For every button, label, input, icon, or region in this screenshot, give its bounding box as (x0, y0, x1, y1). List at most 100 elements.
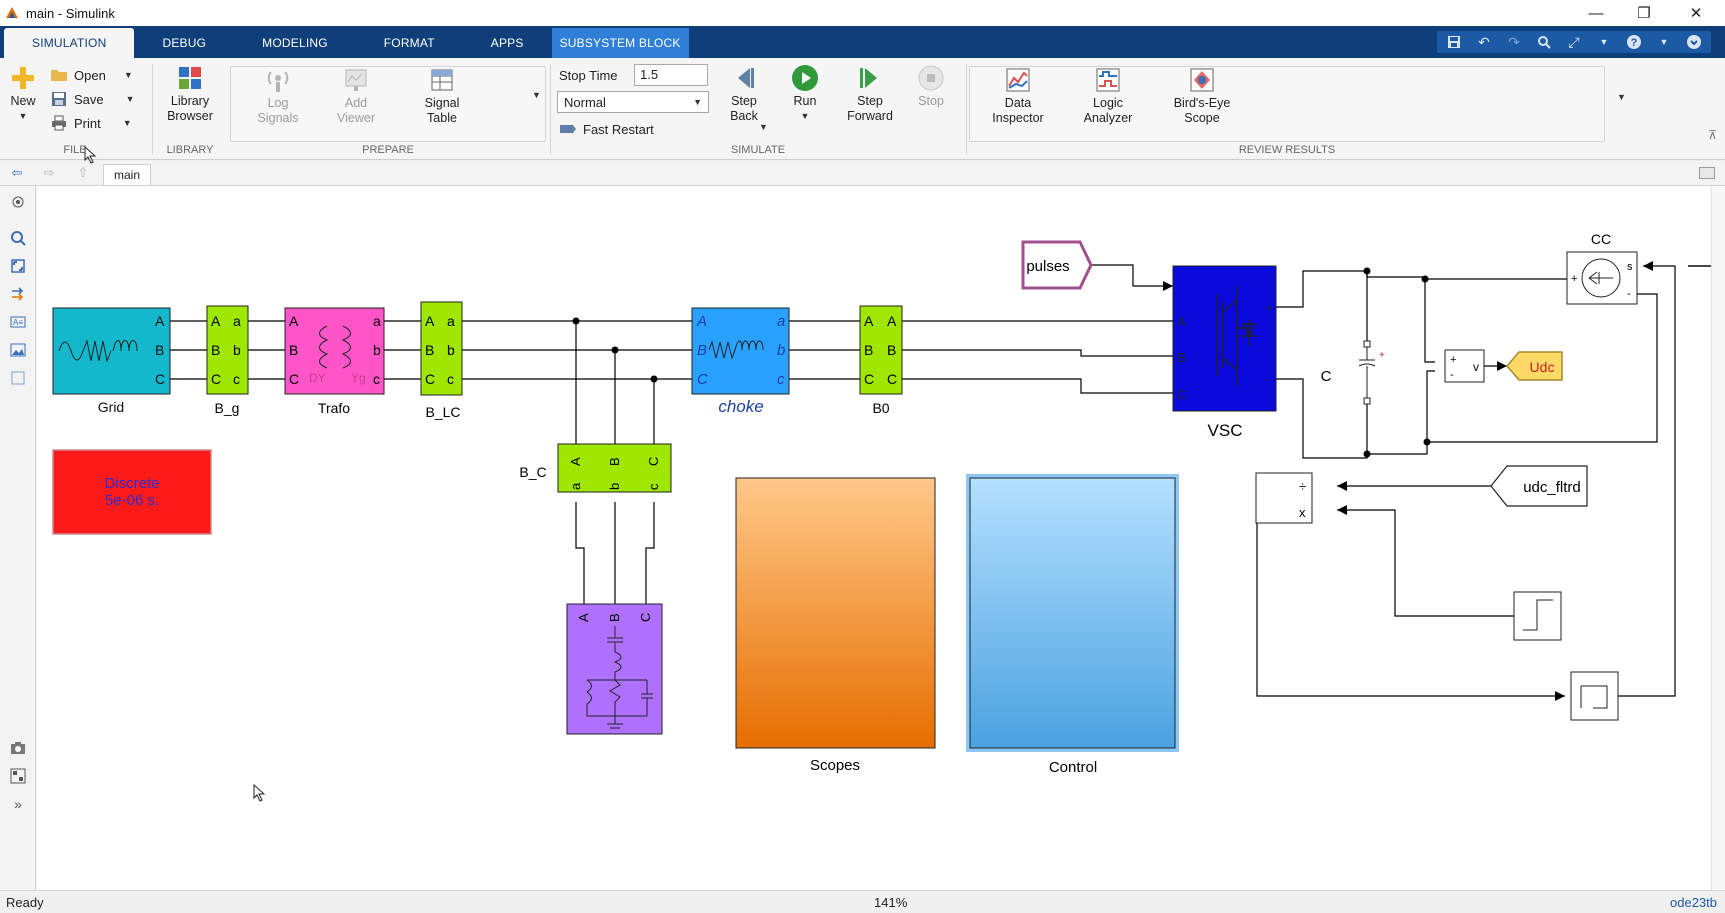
save-icon[interactable] (1445, 33, 1463, 51)
model-canvas[interactable]: A B C Grid A a B b C c B_g A B C a b c D… (37, 186, 1711, 890)
zoom-icon[interactable] (1535, 33, 1553, 51)
print-button[interactable]: Print ▼ (50, 114, 132, 132)
udc-fltrd-from-tag[interactable]: udc_fltrd (1490, 465, 1588, 507)
step-back-button[interactable]: Step Back ▼ (721, 64, 768, 132)
undo-icon[interactable]: ↶ (1475, 33, 1493, 51)
tab-format[interactable]: FORMAT (356, 28, 463, 58)
dc-capacitor-block[interactable]: + C (1321, 340, 1385, 405)
chevron-down-icon: ▼ (693, 97, 702, 107)
ribbon-collapse-icon[interactable]: ⊼ (1708, 128, 1717, 142)
tab-simulation[interactable]: SIMULATION (4, 28, 135, 58)
add-viewer-button[interactable]: Add Viewer (326, 66, 386, 126)
property-inspector-icon[interactable] (1699, 167, 1715, 179)
library-group-label: LIBRARY (166, 144, 214, 156)
port-label: B (155, 342, 164, 358)
port-label: B (864, 342, 873, 358)
pulses-goto-tag[interactable]: pulses (1021, 240, 1093, 290)
port-label: b (777, 342, 785, 359)
stop-icon (917, 64, 945, 92)
solver-link[interactable]: ode23tb (1670, 895, 1717, 910)
prepare-gallery-expand-icon[interactable]: ▼ (532, 90, 541, 100)
open-button[interactable]: Open ▼ (50, 66, 133, 84)
forward-arrow-icon[interactable]: ⇨ (40, 165, 58, 180)
model-browser-icon[interactable] (8, 766, 28, 786)
fit-to-view-icon[interactable] (8, 256, 28, 276)
powergui-block[interactable]: Discrete 5e-06 s. (52, 449, 212, 535)
zoom-icon[interactable] (8, 228, 28, 248)
tab-modeling[interactable]: MODELING (234, 28, 356, 58)
voltage-measurement-block[interactable]: + - v (1444, 349, 1485, 383)
data-inspector-button[interactable]: Data Inspector (983, 66, 1053, 126)
relay-block[interactable] (1570, 671, 1619, 721)
rlc-filter-block[interactable]: A B C (566, 603, 663, 735)
chevron-down-icon[interactable]: ▼ (1595, 33, 1613, 51)
arrow-signals-icon[interactable] (8, 284, 28, 304)
b-c-block[interactable]: A B C a b c B_C (519, 443, 672, 493)
connection-lines[interactable] (170, 264, 1711, 697)
log-signals-button[interactable]: Log Signals (248, 66, 308, 126)
help-icon[interactable]: ? (1625, 33, 1643, 51)
ribbon-toolstrip: New ▼ Open ▼ Save ▼ Print ▼ FILE Library… (0, 58, 1725, 160)
b0-label: B0 (872, 400, 889, 416)
area-icon[interactable] (8, 368, 28, 388)
stop-time-input[interactable]: 1.5 (634, 64, 708, 86)
image-icon[interactable] (8, 340, 28, 360)
tab-subsystem-block[interactable]: SUBSYSTEM BLOCK (551, 28, 689, 58)
library-browser-button[interactable]: Library Browser (157, 64, 223, 124)
b-g-block[interactable]: A a B b C c B_g (206, 305, 249, 416)
back-arrow-icon[interactable]: ⇦ (8, 165, 26, 180)
save-button[interactable]: Save ▼ (50, 90, 135, 108)
cc-current-source-block[interactable]: + s - CC (1566, 231, 1638, 305)
close-button[interactable]: ✕ (1670, 0, 1722, 26)
birds-eye-scope-button[interactable]: Bird's-Eye Scope (1161, 66, 1243, 126)
signal-table-button[interactable]: Signal Table (412, 66, 472, 126)
control-subsystem[interactable]: Control (966, 474, 1179, 776)
scopes-subsystem[interactable]: Scopes (735, 477, 936, 774)
powergui-step-label: 5e-06 s. (105, 492, 159, 509)
screenshot-icon[interactable] (8, 738, 28, 758)
step-forward-icon (856, 64, 884, 92)
divide-block[interactable]: ÷ x (1255, 472, 1313, 524)
restore-button[interactable]: ❐ (1618, 0, 1670, 26)
fast-restart-button[interactable]: Fast Restart (559, 120, 654, 138)
redo-icon[interactable]: ↷ (1505, 33, 1523, 51)
up-arrow-icon[interactable]: ⇧ (74, 165, 92, 180)
collapse-ribbon-icon[interactable] (1685, 33, 1703, 51)
logic-analyzer-button[interactable]: Logic Analyzer (1071, 66, 1145, 126)
annotation-icon[interactable]: A≡ (8, 312, 28, 332)
trafo-block[interactable]: A B C a b c DY Yg Trafo (284, 307, 385, 416)
step-forward-button[interactable]: Step Forward (841, 64, 899, 124)
port-label: + (1265, 300, 1273, 315)
mouse-cursor-icon (84, 146, 97, 164)
stop-button[interactable]: Stop (911, 64, 951, 109)
breadcrumb-main[interactable]: main (103, 164, 152, 185)
tab-apps[interactable]: APPS (463, 28, 552, 58)
run-button[interactable]: Run ▼ (787, 64, 823, 124)
port-label: v (1473, 360, 1479, 374)
port-label: B (211, 342, 220, 358)
port-label: B (607, 613, 622, 622)
capacitor-label: C (1321, 368, 1332, 385)
port-label: C (211, 371, 221, 387)
choke-block[interactable]: A B C a b c choke (691, 307, 790, 416)
port-label: + (1450, 354, 1456, 366)
udc-goto-tag[interactable]: Udc (1506, 351, 1563, 381)
review-gallery-expand-icon[interactable]: ▼ (1617, 92, 1626, 102)
simulink-logo-icon (6, 7, 18, 18)
tab-debug[interactable]: DEBUG (134, 28, 234, 58)
new-button[interactable]: New ▼ (6, 64, 40, 124)
minimize-button[interactable]: — (1570, 0, 1622, 26)
simulation-mode-select[interactable]: Normal ▼ (557, 91, 709, 113)
expand-palette-icon[interactable]: » (8, 794, 28, 814)
b-lc-block[interactable]: A a B b C c B_LC (420, 301, 463, 420)
vsc-block[interactable]: A B C + - VSC (1172, 265, 1277, 440)
step-block[interactable] (1513, 591, 1562, 641)
fit-view-icon[interactable]: ⤢ (1565, 33, 1583, 51)
b0-block[interactable]: A A B B C C B0 (859, 305, 903, 416)
chevron-down-icon[interactable]: ▼ (1655, 33, 1673, 51)
vertical-scrollbar[interactable] (1711, 186, 1725, 890)
grid-block[interactable]: A B C Grid (52, 307, 171, 415)
zoom-level[interactable]: 141% (874, 895, 907, 910)
hide-show-explorer-icon[interactable] (8, 192, 28, 212)
review-results-group: Data Inspector Logic Analyzer Bird's-Eye… (967, 60, 1626, 158)
